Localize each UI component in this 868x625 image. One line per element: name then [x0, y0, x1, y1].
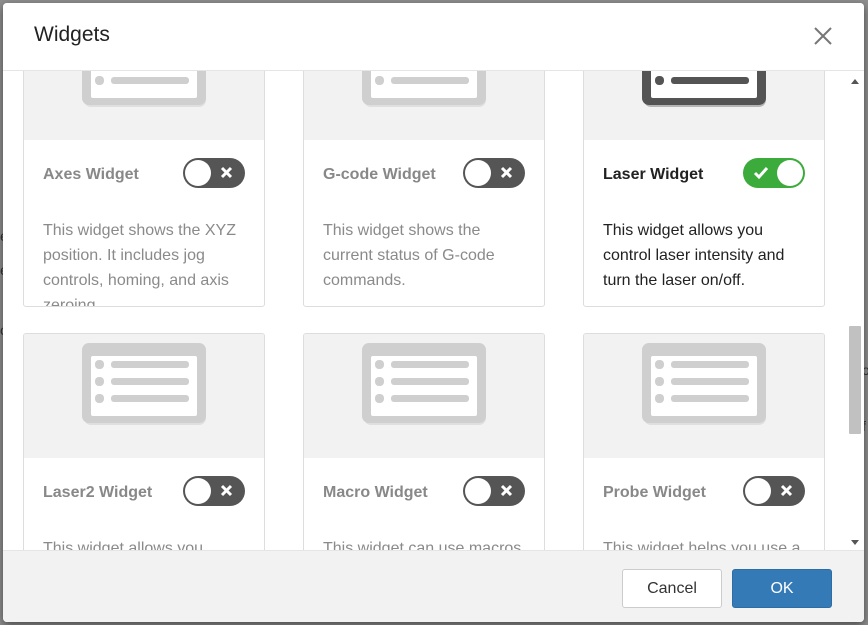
toggle-knob — [745, 478, 771, 504]
widget-toggle[interactable] — [183, 158, 245, 188]
widget-title: Axes Widget — [43, 166, 139, 183]
widget-title: Laser2 Widget — [43, 484, 153, 501]
toggle-knob — [777, 160, 803, 186]
x-icon — [500, 166, 513, 184]
x-icon — [500, 484, 513, 502]
widget-thumbnail — [24, 71, 264, 140]
x-icon — [220, 166, 233, 184]
widget-thumbnail — [304, 334, 544, 458]
scroll-up-arrow[interactable] — [851, 79, 859, 84]
widget-title: G-code Widget — [323, 166, 436, 183]
x-icon — [780, 484, 793, 502]
widget-toggle[interactable] — [463, 476, 525, 506]
toggle-knob — [465, 160, 491, 186]
widget-card: G-code Widget This widget shows the curre… — [303, 71, 545, 307]
widget-toggle[interactable] — [183, 476, 245, 506]
close-icon — [814, 27, 832, 45]
widget-list-icon — [641, 71, 769, 119]
toggle-knob — [465, 478, 491, 504]
toggle-knob — [185, 478, 211, 504]
widget-card: Axes Widget This widget shows the XYZ pos… — [23, 71, 265, 307]
widget-card: Probe Widget This widget helps you use a — [583, 333, 825, 550]
check-icon — [753, 166, 769, 185]
widget-list-icon — [641, 342, 769, 437]
widget-title: Laser Widget — [603, 166, 704, 183]
ok-button[interactable]: OK — [732, 569, 832, 608]
widget-card: Laser2 Widget This widget allows you — [23, 333, 265, 550]
widget-toggle[interactable] — [743, 476, 805, 506]
widget-list-icon — [361, 342, 489, 437]
cancel-button[interactable]: Cancel — [622, 569, 722, 608]
close-button[interactable] — [808, 21, 838, 51]
widget-thumbnail — [24, 334, 264, 458]
widgets-dialog: Widgets Axes Widget This widget shows the… — [3, 3, 864, 622]
dialog-title: Widgets — [34, 23, 110, 46]
x-icon — [220, 484, 233, 502]
widget-card: Macro Widget This widget can use macros — [303, 333, 545, 550]
widget-description: This widget can use macros — [323, 540, 522, 550]
scroll-thumb[interactable] — [849, 326, 861, 434]
widget-thumbnail — [584, 334, 824, 458]
widget-description: This widget allows you control laser int… — [603, 222, 785, 289]
widget-description: This widget helps you use a — [603, 540, 801, 550]
widget-toggle[interactable] — [463, 158, 525, 188]
scroll-down-arrow[interactable] — [851, 540, 859, 545]
widget-toggle[interactable] — [743, 158, 805, 188]
dialog-header: Widgets — [3, 3, 864, 71]
dialog-body[interactable]: Axes Widget This widget shows the XYZ pos… — [3, 71, 864, 550]
scrollbar[interactable] — [846, 71, 864, 550]
widget-list-icon — [81, 71, 209, 119]
widget-description: This widget shows the current status of … — [323, 222, 495, 289]
widget-thumbnail — [304, 71, 544, 140]
dialog-footer: Cancel OK — [3, 550, 864, 622]
widget-list-icon — [361, 71, 489, 119]
widget-list-icon — [81, 342, 209, 437]
widget-description: This widget shows the XYZ position. It i… — [43, 222, 236, 307]
widget-card: Laser Widget This widget allows you contr… — [583, 71, 825, 307]
widget-thumbnail — [584, 71, 824, 140]
toggle-knob — [185, 160, 211, 186]
widget-title: Probe Widget — [603, 484, 706, 501]
widget-title: Macro Widget — [323, 484, 428, 501]
widget-description: This widget allows you — [43, 540, 204, 550]
